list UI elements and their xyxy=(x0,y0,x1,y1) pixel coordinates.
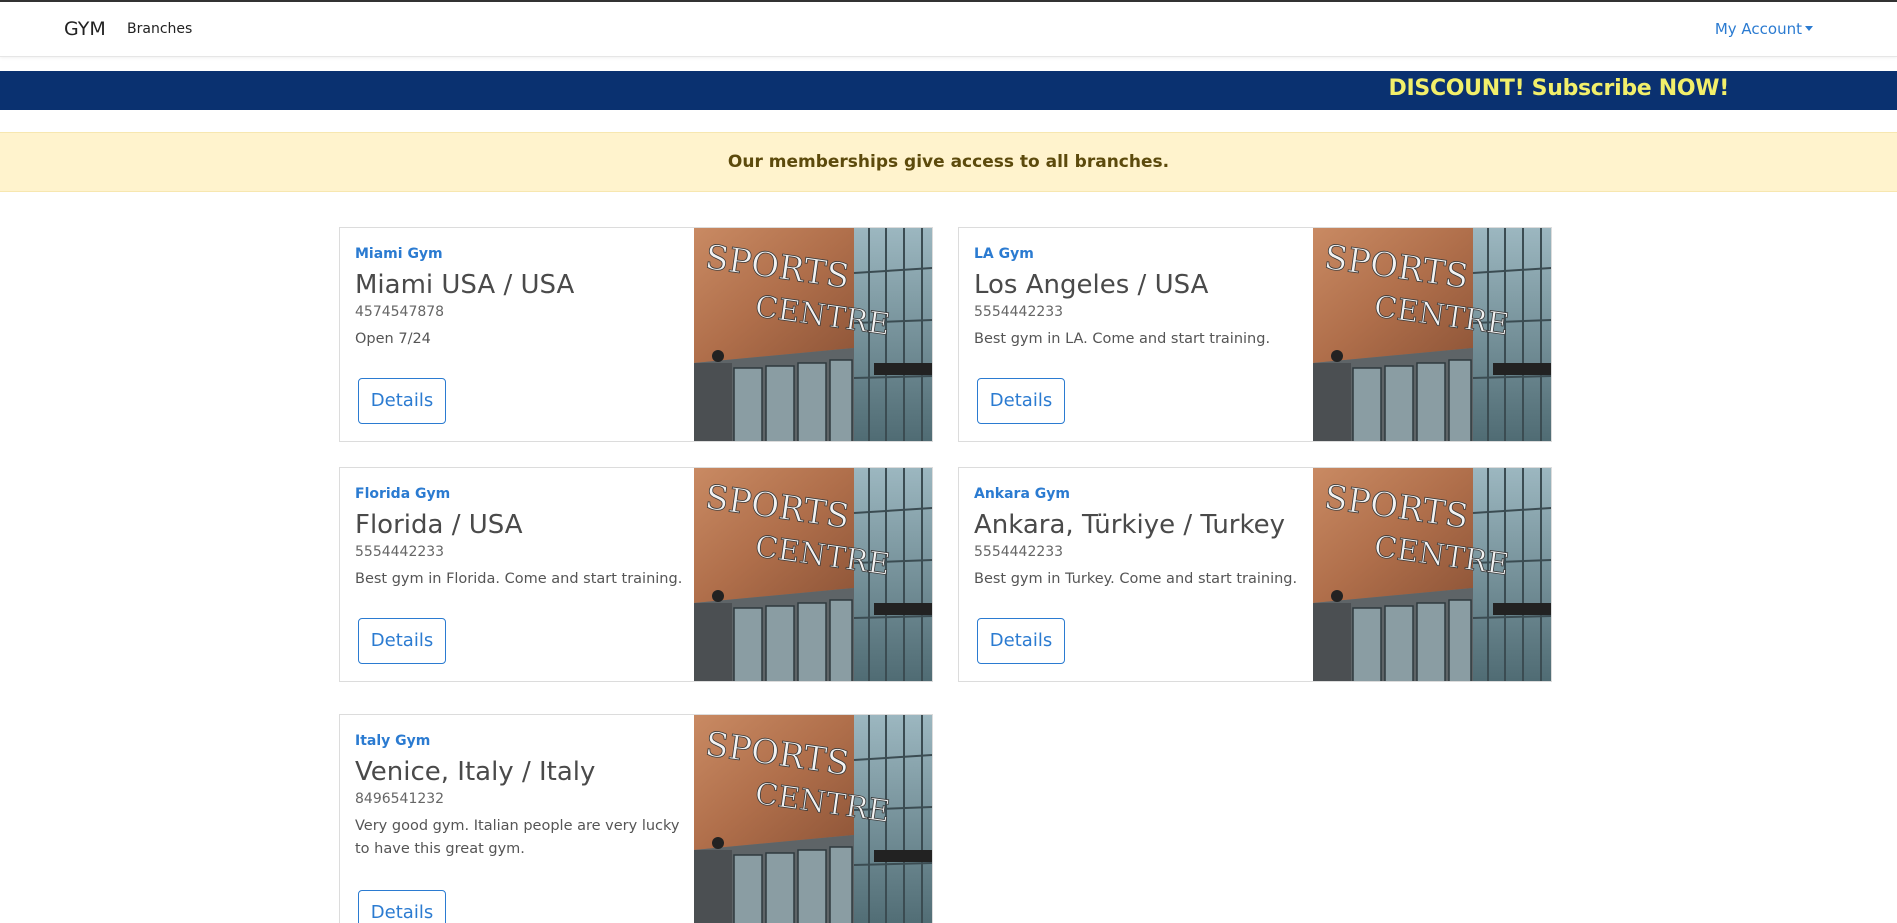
branch-location: Miami USA / USA xyxy=(355,270,575,300)
sports-centre-image: SPORTS CENTRE xyxy=(1313,228,1551,441)
branch-phone: 4574547878 xyxy=(355,304,445,320)
promo-text: DISCOUNT! Subscribe NOW! xyxy=(1388,76,1730,101)
details-button[interactable]: Details xyxy=(977,378,1065,424)
branch-name: Italy Gym xyxy=(355,733,431,749)
branch-phone: 5554442233 xyxy=(355,544,445,560)
card-body: Ankara Gym Ankara, Türkiye / Turkey 5554… xyxy=(974,486,1304,591)
my-account-dropdown[interactable]: My Account xyxy=(1715,20,1813,38)
sports-centre-image: SPORTS CENTRE xyxy=(694,228,932,441)
branch-card: LA Gym Los Angeles / USA 5554442233 Best… xyxy=(958,227,1552,442)
card-body: Italy Gym Venice, Italy / Italy 84965412… xyxy=(355,733,685,861)
branch-name: Florida Gym xyxy=(355,486,451,502)
branch-description: Very good gym. Italian people are very l… xyxy=(355,818,680,857)
brand-link[interactable]: GYM xyxy=(64,18,106,40)
branch-name: Miami Gym xyxy=(355,246,443,262)
branch-card: Italy Gym Venice, Italy / Italy 84965412… xyxy=(339,714,933,923)
branch-card: Ankara Gym Ankara, Türkiye / Turkey 5554… xyxy=(958,467,1552,682)
branch-card: Florida Gym Florida / USA 5554442233 Bes… xyxy=(339,467,933,682)
branch-description: Open 7/24 xyxy=(355,331,431,347)
branch-description: Best gym in Turkey. Come and start train… xyxy=(974,571,1298,587)
branch-location: Florida / USA xyxy=(355,510,523,540)
card-body: Florida Gym Florida / USA 5554442233 Bes… xyxy=(355,486,685,591)
branch-card: Miami Gym Miami USA / USA 4574547878 Ope… xyxy=(339,227,933,442)
caret-down-icon xyxy=(1805,26,1813,31)
sports-centre-image: SPORTS CENTRE xyxy=(694,468,932,681)
my-account-label: My Account xyxy=(1714,20,1802,38)
card-body: Miami Gym Miami USA / USA 4574547878 Ope… xyxy=(355,246,685,351)
sports-centre-image: SPORTS CENTRE xyxy=(1313,468,1551,681)
promo-banner: DISCOUNT! Subscribe NOW! xyxy=(0,71,1897,110)
branch-description: Best gym in Florida. Come and start trai… xyxy=(355,571,683,587)
membership-notice: Our memberships give access to all branc… xyxy=(0,132,1897,192)
branch-location: Ankara, Türkiye / Turkey xyxy=(974,510,1285,540)
details-button[interactable]: Details xyxy=(358,890,446,923)
navbar: GYM Branches My Account xyxy=(0,2,1897,57)
branch-phone: 8496541232 xyxy=(355,791,445,807)
branch-phone: 5554442233 xyxy=(974,544,1064,560)
branch-location: Venice, Italy / Italy xyxy=(355,757,596,787)
branch-location: Los Angeles / USA xyxy=(974,270,1209,300)
nav-link-branches[interactable]: Branches xyxy=(127,21,192,37)
details-button[interactable]: Details xyxy=(977,618,1065,664)
card-body: LA Gym Los Angeles / USA 5554442233 Best… xyxy=(974,246,1304,351)
branch-description: Best gym in LA. Come and start training. xyxy=(974,331,1271,347)
details-button[interactable]: Details xyxy=(358,618,446,664)
details-button[interactable]: Details xyxy=(358,378,446,424)
branch-name: Ankara Gym xyxy=(974,486,1070,502)
branch-phone: 5554442233 xyxy=(974,304,1064,320)
branch-name: LA Gym xyxy=(974,246,1034,262)
sports-centre-image: SPORTS CENTRE xyxy=(694,715,932,923)
